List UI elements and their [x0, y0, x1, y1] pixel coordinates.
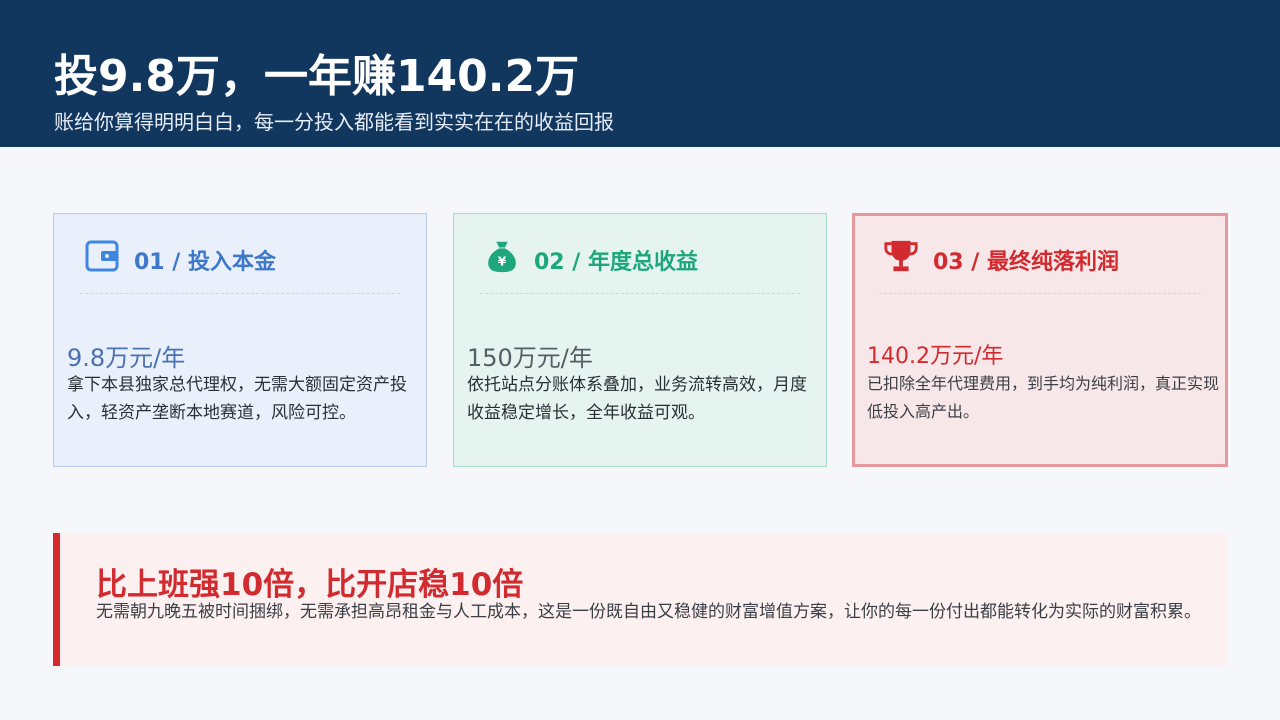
card-investment: 01 / 投入本金 9.8万元/年 拿下本县独家总代理权，无需大额固定资产投入，…	[53, 213, 427, 467]
callout-text: 无需朝九晚五被时间捆绑，无需承担高昂租金与人工成本，这是一份既自由又稳健的财富增…	[96, 602, 1201, 622]
card-net-profit: 03 / 最终纯落利润 140.2万元/年 已扣除全年代理费用，到手均为纯利润，…	[852, 213, 1228, 467]
page-subtitle: 账给你算得明明白白，每一分投入都能看到实实在在的收益回报	[54, 110, 614, 134]
wallet-icon	[84, 238, 120, 274]
card-title: 03 / 最终纯落利润	[933, 250, 1119, 275]
page-title: 投9.8万，一年赚140.2万	[54, 51, 580, 102]
card-description: 已扣除全年代理费用，到手均为纯利润，真正实现低投入高产出。	[867, 374, 1220, 421]
divider	[879, 293, 1201, 294]
card-value: 150万元/年	[467, 344, 593, 372]
callout-box: 比上班强10倍，比开店稳10倍 无需朝九晚五被时间捆绑，无需承担高昂租金与人工成…	[53, 533, 1228, 666]
header-banner: 投9.8万，一年赚140.2万 账给你算得明明白白，每一分投入都能看到实实在在的…	[0, 0, 1280, 147]
card-description: 拿下本县独家总代理权，无需大额固定资产投入，轻资产垄断本地赛道，风险可控。	[67, 375, 407, 423]
card-description: 依托站点分账体系叠加，业务流转高效，月度收益稳定增长，全年收益可观。	[467, 375, 807, 423]
card-title: 02 / 年度总收益	[534, 250, 698, 275]
trophy-icon	[883, 238, 919, 274]
callout-title: 比上班强10倍，比开店稳10倍	[96, 567, 524, 603]
svg-text:¥: ¥	[498, 254, 507, 268]
card-revenue: ¥ 02 / 年度总收益 150万元/年 依托站点分账体系叠加，业务流转高效，月…	[453, 213, 827, 467]
divider	[480, 293, 800, 294]
card-value: 9.8万元/年	[67, 344, 186, 372]
card-title: 01 / 投入本金	[134, 250, 276, 275]
money-bag-icon: ¥	[484, 238, 520, 274]
divider	[80, 293, 400, 294]
card-value: 140.2万元/年	[867, 344, 1004, 369]
